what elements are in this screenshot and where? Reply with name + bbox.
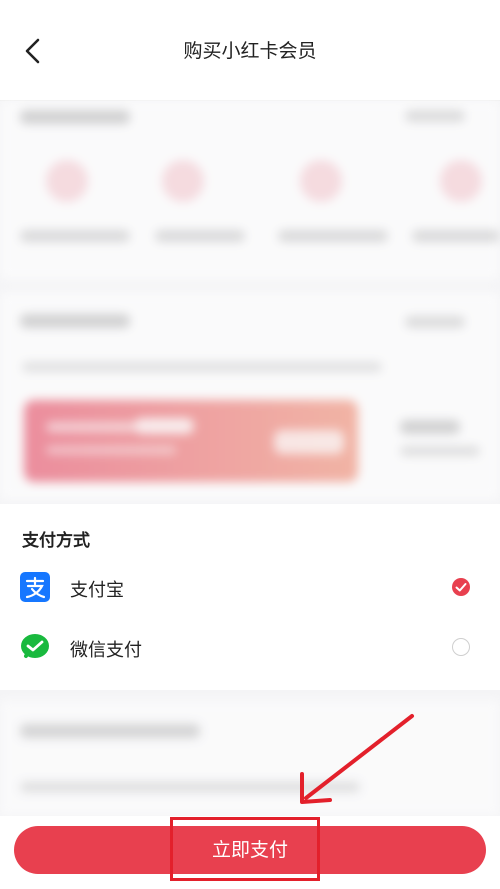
pay-now-button[interactable]: 立即支付 xyxy=(14,826,486,874)
bottom-action-bar: 立即支付 xyxy=(0,816,500,889)
page-title: 购买小红卡会员 xyxy=(183,40,317,62)
blurred-plan-banner xyxy=(24,400,358,482)
unselected-radio-icon[interactable] xyxy=(452,638,470,656)
blurred-benefits-card xyxy=(0,100,500,280)
payment-option-wechat[interactable]: 微信支付 xyxy=(0,620,500,676)
alipay-icon xyxy=(20,572,50,602)
payment-method-title: 支付方式 xyxy=(22,531,90,551)
top-navigation-bar: 购买小红卡会员 xyxy=(0,0,500,101)
blurred-agreement-area xyxy=(0,700,500,816)
selected-check-icon[interactable] xyxy=(452,578,470,596)
wechat-pay-icon xyxy=(21,634,49,658)
blurred-content-area xyxy=(0,100,500,500)
payment-option-label: 支付宝 xyxy=(70,580,124,601)
payment-method-section: 支付方式 支付宝 微信支付 xyxy=(0,504,500,690)
payment-option-alipay[interactable]: 支付宝 xyxy=(0,560,500,616)
payment-option-label: 微信支付 xyxy=(70,640,142,661)
